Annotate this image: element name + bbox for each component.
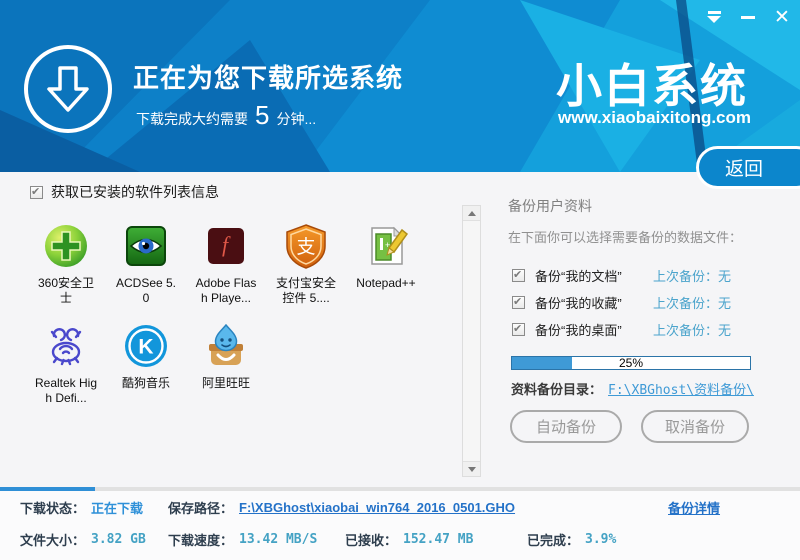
received-label: 已接收：	[345, 533, 398, 548]
window-controls: ✕	[702, 6, 794, 28]
completed-label: 已完成：	[527, 533, 580, 548]
save-path-label: 保存路径：	[168, 501, 234, 516]
svg-text:K: K	[138, 336, 153, 359]
file-size-label: 文件大小：	[20, 533, 86, 548]
eta-prefix: 下载完成大约需要	[136, 111, 248, 127]
status-bar: 下载状态： 正在下载 保存路径： F:\XBGhost\xiaobai_win7…	[0, 487, 800, 560]
cancel-backup-button[interactable]: 取消备份	[641, 410, 749, 443]
header-banner: ✕ 正在为您下载所选系统 下载完成大约需要 5 分钟... 小白系统 www.x…	[0, 0, 800, 172]
last-backup-link[interactable]: 上次备份：无	[653, 293, 731, 312]
software-item-label: Notepad++	[356, 276, 416, 290]
software-list-scrollbar[interactable]	[462, 205, 481, 477]
backup-panel-description: 在下面你可以选择需要备份的数据文件：	[508, 230, 743, 245]
received-value: 152.47 MB	[403, 532, 474, 547]
status-divider	[0, 487, 800, 491]
software-item-kugou[interactable]: K 酷狗音乐	[106, 322, 186, 391]
backup-progress-bar: 25%	[511, 356, 751, 370]
last-backup-link[interactable]: 上次备份：无	[653, 266, 731, 285]
completed-value: 3.9%	[585, 532, 617, 547]
backup-option-label: 备份“我的文档”	[535, 269, 622, 284]
svg-text:支: 支	[296, 236, 315, 258]
download-status-value: 正在下载	[91, 501, 144, 516]
backup-desktop-checkbox[interactable]	[512, 322, 525, 336]
notepad-plus-plus-icon: ++	[362, 222, 410, 270]
backup-details-link[interactable]: 备份详情	[668, 498, 720, 517]
download-status-label: 下载状态：	[20, 501, 86, 516]
software-list-checkbox-label: 获取已安装的软件列表信息	[51, 184, 219, 200]
last-backup-link[interactable]: 上次备份：无	[653, 320, 731, 339]
close-icon[interactable]: ✕	[770, 6, 794, 28]
auto-backup-button[interactable]: 自动备份	[510, 410, 622, 443]
brand-website: www.xiaobaixitong.com	[558, 108, 752, 127]
software-item-label: Adobe Flash Playe...	[195, 276, 257, 305]
software-item-label: 酷狗音乐	[121, 376, 170, 390]
backup-option-favorites[interactable]: 备份“我的收藏” 上次备份：无	[512, 293, 731, 312]
software-list-checkbox-row[interactable]: 获取已安装的软件列表信息	[30, 182, 219, 202]
software-item-realtek[interactable]: Realtek High Defi...	[26, 322, 106, 406]
realtek-hd-audio-icon	[42, 322, 90, 370]
software-item-360[interactable]: 360安全卫士	[26, 222, 106, 306]
eta-minutes: 5	[255, 100, 270, 130]
backup-dir-label: 资料备份目录：	[511, 382, 603, 397]
eta-suffix: 分钟...	[276, 111, 317, 127]
save-path-link[interactable]: F:\XBGhost\xiaobai_win764_2016_0501.GHO	[239, 500, 515, 515]
software-list-checkbox[interactable]	[30, 185, 43, 199]
scroll-down-icon[interactable]	[463, 461, 480, 476]
dropdown-menu-icon[interactable]	[702, 6, 726, 28]
software-item-acdsee[interactable]: ACDSee 5.0	[106, 222, 186, 306]
backup-panel-title: 备份用户资料	[508, 198, 592, 214]
back-button[interactable]: 返回	[696, 146, 800, 189]
adobe-flash-icon: f	[202, 222, 250, 270]
minimize-icon[interactable]	[736, 6, 760, 28]
scroll-up-icon[interactable]	[463, 206, 480, 221]
download-speed-label: 下载速度：	[168, 533, 234, 548]
software-item-alipay[interactable]: 支 支付宝安全控件 5....	[266, 222, 346, 306]
360-safety-icon	[42, 222, 90, 270]
acdsee-icon	[122, 222, 170, 270]
backup-progress-label: 25%	[618, 356, 644, 370]
aliwangwang-icon	[202, 322, 250, 370]
alipay-security-icon: 支	[282, 222, 330, 270]
file-size-value: 3.82 GB	[91, 532, 146, 547]
software-item-aliwangwang[interactable]: 阿里旺旺	[186, 322, 266, 391]
backup-documents-checkbox[interactable]	[512, 268, 525, 282]
status-divider-progress	[0, 487, 95, 491]
page-title: 正在为您下载所选系统	[133, 63, 404, 93]
software-item-label: 阿里旺旺	[201, 376, 250, 390]
backup-option-label: 备份“我的收藏”	[535, 296, 622, 311]
eta-text: 下载完成大约需要 5 分钟...	[136, 100, 316, 131]
download-circle-icon	[24, 45, 112, 133]
software-item-label: 360安全卫士	[37, 276, 95, 305]
download-speed-value: 13.42 MB/S	[239, 532, 318, 547]
backup-option-desktop[interactable]: 备份“我的桌面” 上次备份：无	[512, 320, 731, 339]
brand-logo: 小白系统	[556, 60, 748, 112]
backup-favorites-checkbox[interactable]	[512, 295, 525, 309]
kugou-music-icon: K	[122, 322, 170, 370]
software-item-adobe-flash[interactable]: f Adobe Flash Playe...	[186, 222, 266, 306]
software-item-notepadpp[interactable]: ++ Notepad++	[346, 222, 426, 291]
software-item-label: Realtek High Defi...	[34, 376, 98, 405]
software-item-label: 支付宝安全控件 5....	[275, 276, 336, 305]
backup-option-label: 备份“我的桌面”	[535, 323, 622, 338]
backup-option-documents[interactable]: 备份“我的文档” 上次备份：无	[512, 266, 731, 285]
backup-dir-link[interactable]: F:\XBGhost\资料备份\	[608, 379, 754, 398]
software-item-label: ACDSee 5.0	[115, 276, 177, 305]
